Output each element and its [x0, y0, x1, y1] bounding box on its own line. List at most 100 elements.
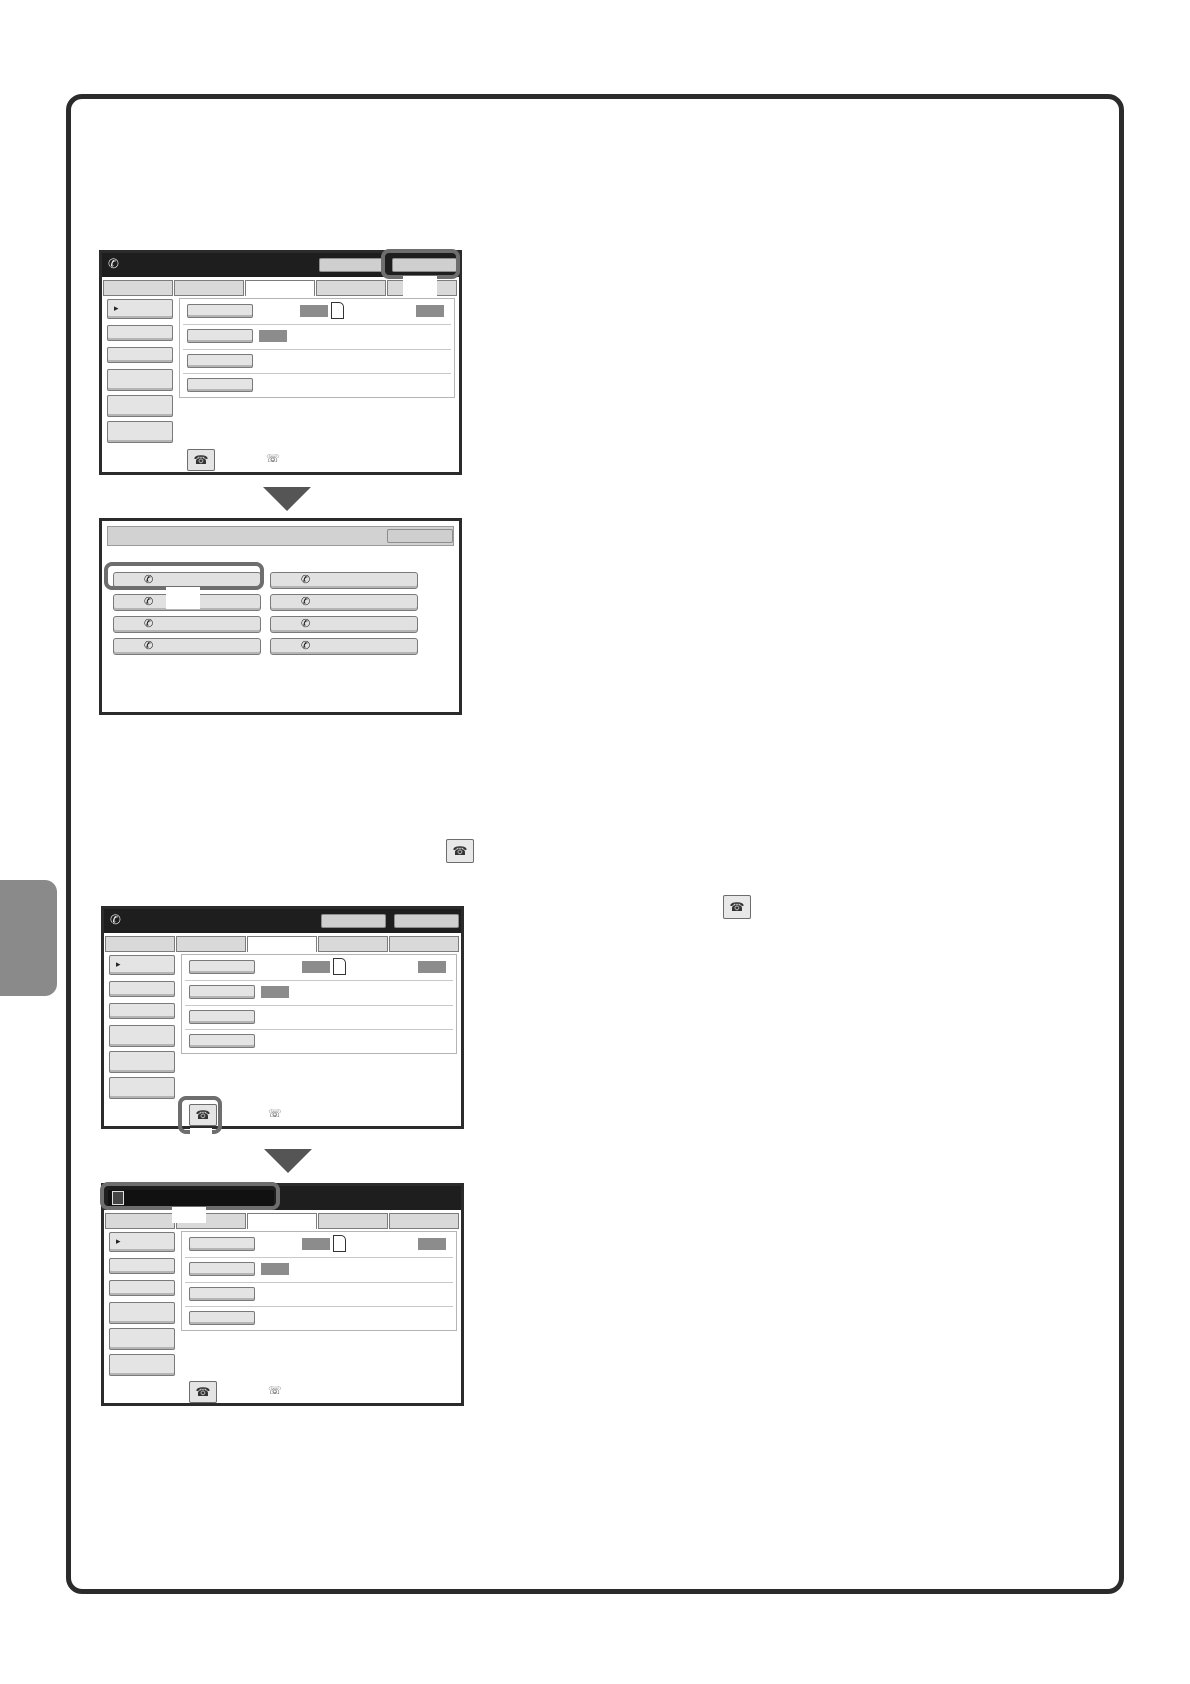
left-button-2[interactable] — [109, 1258, 175, 1274]
chapter-side-tab — [0, 880, 57, 996]
speed-dial-button-3[interactable]: ✆ — [113, 616, 261, 633]
row-divider — [185, 1005, 453, 1006]
tab-row — [104, 936, 461, 952]
handset-icon: ☏ — [268, 1108, 282, 1120]
callout-gap — [166, 587, 200, 609]
speed-dial-button-8[interactable]: ✆ — [270, 638, 418, 655]
tab-1[interactable] — [103, 280, 173, 296]
value-block-1 — [302, 1238, 330, 1250]
left-button-3[interactable] — [107, 347, 173, 363]
caret-icon: ▸ — [114, 303, 119, 313]
setting-button-3[interactable] — [189, 1287, 255, 1301]
left-button-3[interactable] — [109, 1003, 175, 1019]
settings-panel — [179, 298, 455, 398]
setting-button-1[interactable] — [187, 304, 253, 318]
setting-button-1[interactable] — [189, 1237, 255, 1251]
tab-5[interactable] — [389, 936, 459, 952]
tab-3[interactable] — [247, 1213, 317, 1229]
setting-button-4[interactable] — [189, 1034, 255, 1048]
title-button-1[interactable] — [321, 914, 386, 928]
tab-2[interactable] — [176, 936, 246, 952]
setting-button-2[interactable] — [189, 985, 255, 999]
phone-icon: ✆ — [301, 618, 311, 630]
value-block-2 — [418, 961, 446, 973]
tab-3[interactable] — [245, 280, 315, 296]
left-button-5[interactable] — [107, 395, 173, 417]
fax-memory-icon: ☎ — [723, 895, 751, 919]
job-status-highlight — [100, 1182, 280, 1210]
tab-1[interactable] — [105, 1213, 175, 1229]
tab-4[interactable] — [318, 1213, 388, 1229]
callout-gap — [190, 1128, 212, 1138]
title-button-1[interactable] — [319, 258, 384, 272]
speed-dial-button-6[interactable]: ✆ — [270, 594, 418, 611]
left-button-3[interactable] — [109, 1280, 175, 1296]
paper-size-icon — [333, 958, 346, 975]
phone-icon: ✆ — [108, 256, 119, 271]
row-divider — [185, 980, 453, 981]
phone-icon: ✆ — [144, 618, 154, 630]
row-divider — [185, 1282, 453, 1283]
speaker-button[interactable] — [394, 914, 459, 928]
value-block-2 — [416, 305, 444, 317]
left-button-4[interactable] — [109, 1025, 175, 1047]
speed-dial-header — [107, 526, 454, 546]
phone-icon: ✆ — [301, 596, 311, 608]
speed-dial-button-7[interactable]: ✆ — [270, 616, 418, 633]
value-block-1 — [300, 305, 328, 317]
row-divider — [185, 1257, 453, 1258]
tab-1[interactable] — [105, 936, 175, 952]
tab-row — [104, 1213, 461, 1229]
tab-5[interactable] — [389, 1213, 459, 1229]
setting-button-2[interactable] — [187, 329, 253, 343]
speed-dial-button-4[interactable]: ✆ — [113, 638, 261, 655]
tab-4[interactable] — [318, 936, 388, 952]
value-block-3 — [261, 986, 289, 998]
phone-icon: ✆ — [301, 574, 311, 586]
caret-icon: ▸ — [116, 1236, 121, 1246]
left-button-6[interactable] — [107, 421, 173, 443]
handset-icon: ☏ — [266, 453, 280, 465]
left-button-6[interactable] — [109, 1354, 175, 1376]
row-divider — [185, 1306, 453, 1307]
paper-size-icon — [333, 1235, 346, 1252]
tab-4[interactable] — [316, 280, 386, 296]
setting-button-1[interactable] — [189, 960, 255, 974]
setting-button-3[interactable] — [187, 354, 253, 368]
title-bar: ✆ — [104, 909, 461, 933]
speed-dial-highlight — [104, 562, 264, 590]
left-button-5[interactable] — [109, 1051, 175, 1073]
row-divider — [183, 324, 451, 325]
phone-icon: ✆ — [301, 640, 311, 652]
tab-3[interactable] — [247, 936, 317, 952]
speed-dial-screen: ✆ ✆ ✆ ✆ ✆ ✆ ✆ ✆ — [99, 518, 462, 715]
value-block-2 — [418, 1238, 446, 1250]
setting-button-3[interactable] — [189, 1010, 255, 1024]
left-button-5[interactable] — [109, 1328, 175, 1350]
setting-button-4[interactable] — [189, 1311, 255, 1325]
left-button-2[interactable] — [107, 325, 173, 341]
left-button-1[interactable]: ▸ — [109, 1232, 175, 1252]
setting-button-4[interactable] — [187, 378, 253, 392]
settings-panel — [181, 954, 457, 1054]
left-button-4[interactable] — [107, 369, 173, 391]
value-block-3 — [261, 1263, 289, 1275]
left-button-4[interactable] — [109, 1302, 175, 1324]
fax-base-screen-2: ✆ ▸ ☎ ☏ — [101, 906, 464, 1129]
fax-base-screen-3: ▸ ☎ ☏ — [101, 1183, 464, 1406]
fax-memory-icon[interactable]: ☎ — [189, 1381, 217, 1403]
handset-icon: ☏ — [268, 1385, 282, 1397]
flow-arrow-2 — [264, 1149, 312, 1173]
fax-memory-icon[interactable]: ☎ — [187, 449, 215, 471]
row-divider — [183, 349, 451, 350]
setting-button-2[interactable] — [189, 1262, 255, 1276]
left-button-6[interactable] — [109, 1077, 175, 1099]
left-button-1[interactable]: ▸ — [109, 955, 175, 975]
value-block-1 — [302, 961, 330, 973]
left-button-1[interactable]: ▸ — [107, 299, 173, 319]
callout-gap — [172, 1207, 206, 1223]
speed-dial-button-5[interactable]: ✆ — [270, 572, 418, 589]
tab-2[interactable] — [174, 280, 244, 296]
close-button[interactable] — [387, 529, 453, 543]
left-button-2[interactable] — [109, 981, 175, 997]
